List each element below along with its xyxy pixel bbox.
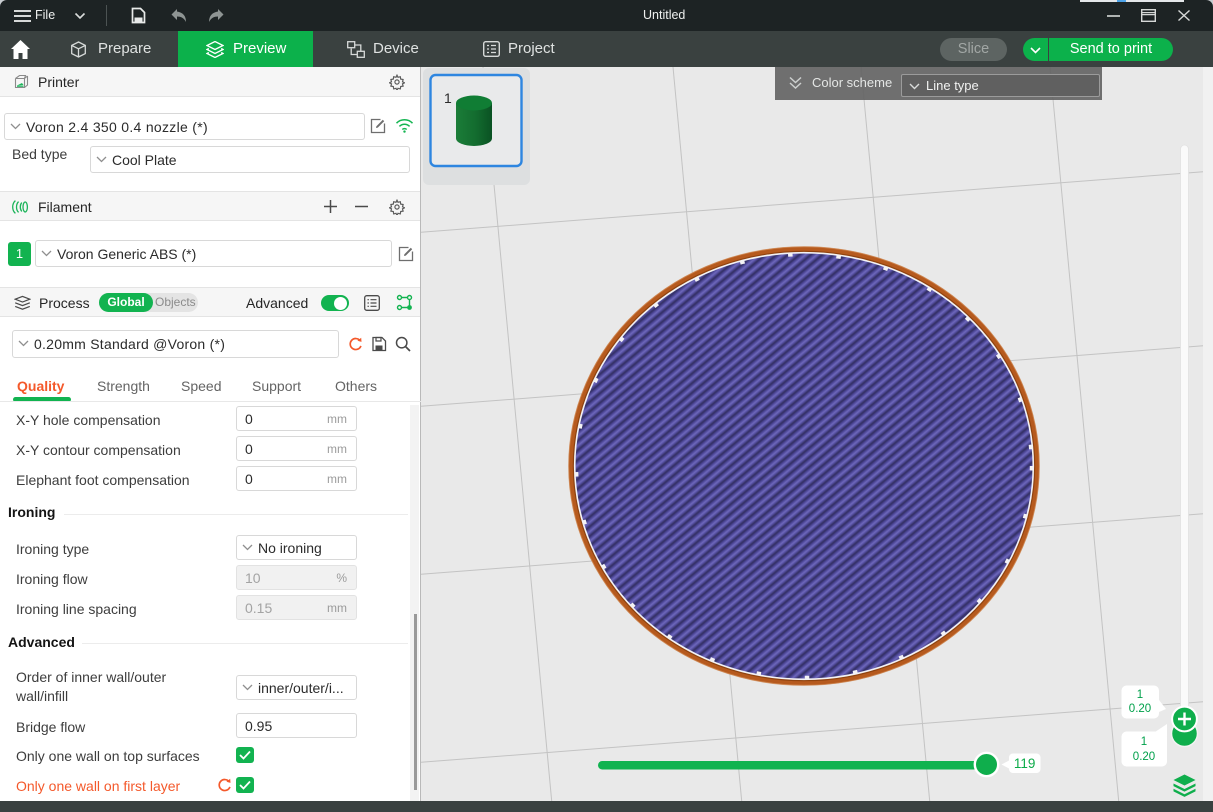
svg-text:0.20: 0.20 bbox=[1129, 703, 1151, 715]
svg-text:1: 1 bbox=[444, 90, 452, 106]
svg-text:1: 1 bbox=[1137, 689, 1143, 701]
svg-text:1: 1 bbox=[1141, 736, 1147, 748]
svg-text:0.20: 0.20 bbox=[1133, 751, 1155, 763]
svg-text:119: 119 bbox=[1014, 756, 1036, 771]
